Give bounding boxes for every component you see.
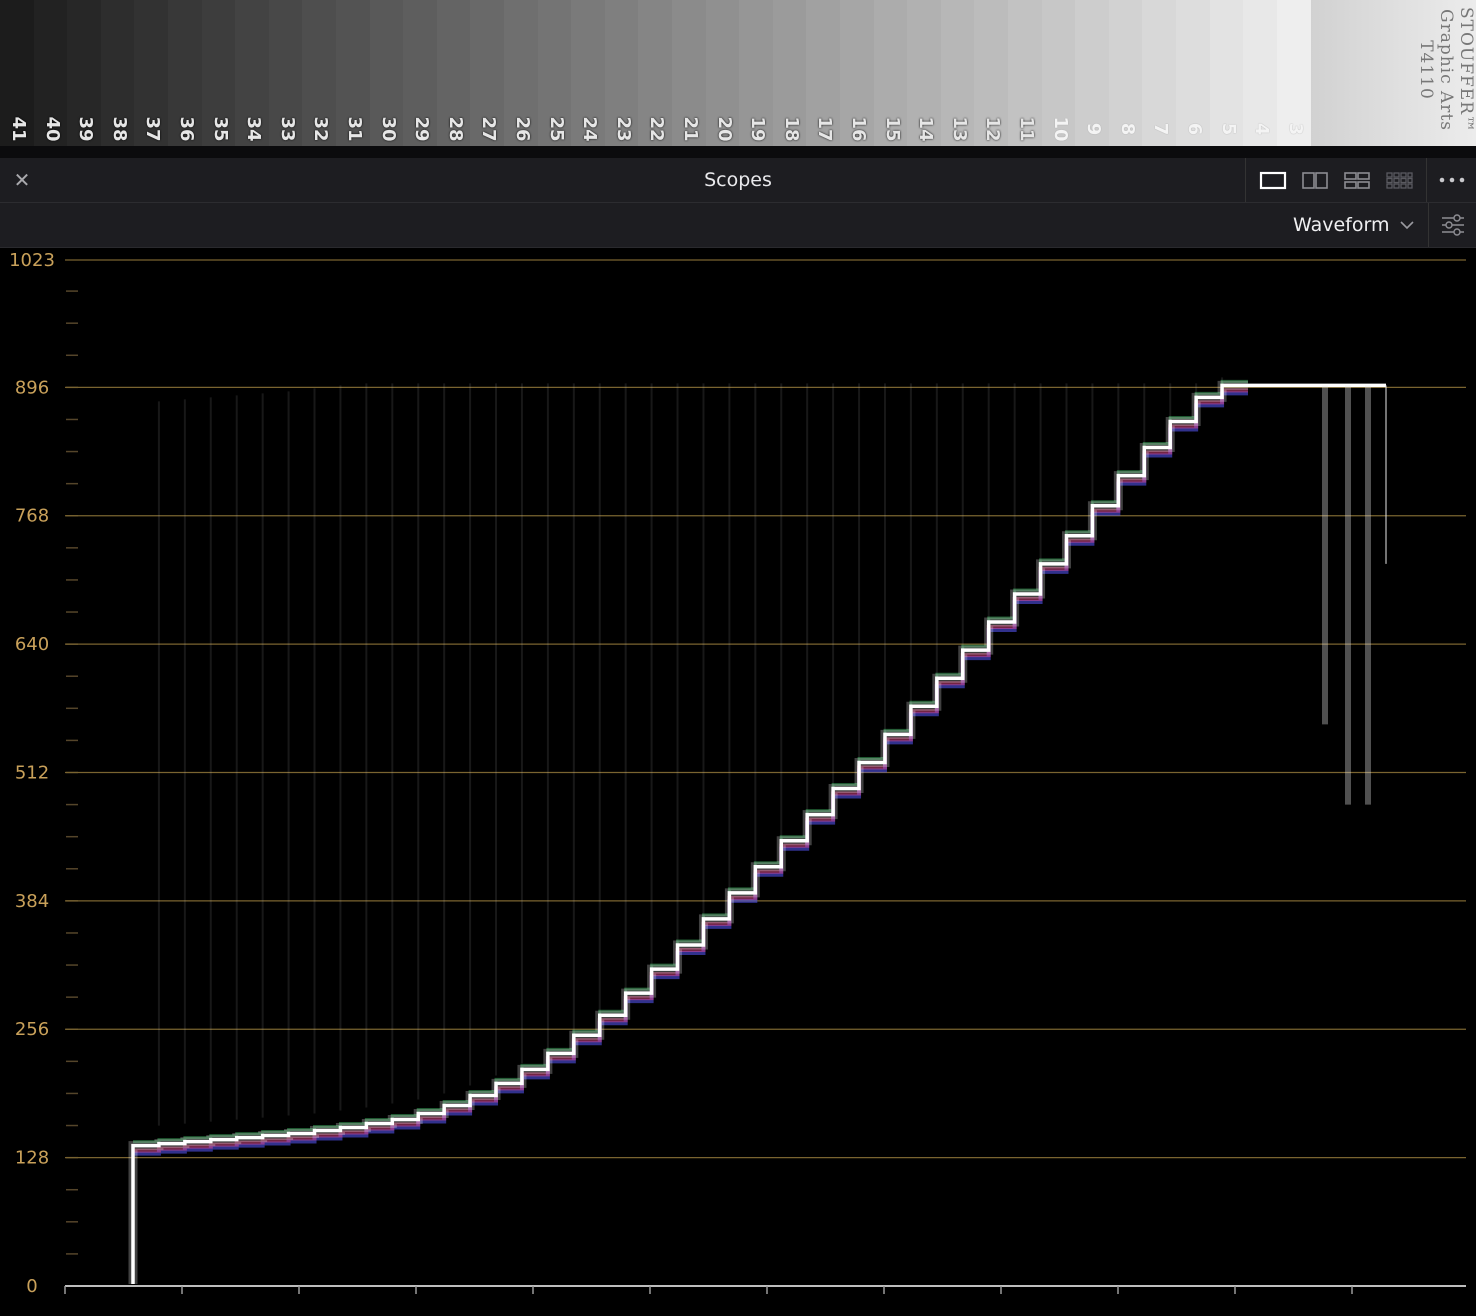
y-tick-label: 512: [15, 762, 49, 783]
step-number: 12: [982, 116, 1004, 142]
single-layout-icon: [1259, 171, 1287, 190]
step-number: 25: [546, 116, 568, 142]
step-number: 30: [378, 116, 400, 142]
step-number: 40: [42, 116, 64, 142]
step-number: 28: [445, 116, 467, 142]
step-number: 6: [1184, 122, 1206, 136]
more-options-icon: [1439, 177, 1465, 183]
quad-layout-icon: [1344, 172, 1370, 189]
step-number: 23: [613, 116, 635, 142]
grid-layout-icon: [1386, 172, 1413, 189]
step-number: 34: [243, 116, 265, 142]
step-number: 29: [411, 116, 433, 142]
step-number: 3: [1285, 122, 1307, 136]
layout-switcher: [1245, 158, 1427, 202]
y-tick-label: 896: [15, 377, 49, 398]
y-tick-label: 1023: [9, 250, 55, 271]
step-number: 22: [646, 116, 668, 142]
scope-toolbar: Waveform: [0, 203, 1476, 248]
step-number: 21: [680, 116, 702, 142]
close-icon: ✕: [13, 168, 31, 192]
trace-glow: [128, 380, 1248, 1284]
step-number: 26: [512, 116, 534, 142]
step-number: 15: [882, 116, 904, 142]
close-button[interactable]: ✕: [8, 166, 36, 194]
step-number: 31: [344, 116, 366, 142]
step-number: 24: [579, 116, 601, 142]
scope-settings-button[interactable]: [1428, 203, 1476, 247]
trace-green: [133, 379, 1248, 1144]
scope-type-dropdown[interactable]: Waveform: [1285, 203, 1425, 247]
y-tick-label: 384: [15, 891, 49, 912]
single-layout-button[interactable]: [1258, 169, 1288, 191]
step-number: 27: [478, 116, 500, 142]
chevron-down-icon: [1400, 221, 1415, 230]
step-number: 19: [747, 116, 769, 142]
step-number: 8: [1117, 122, 1139, 136]
settings-sliders-icon: [1442, 214, 1464, 236]
step-number: 9: [1083, 122, 1105, 136]
step-number: 16: [848, 116, 870, 142]
grid-layout-button[interactable]: [1384, 169, 1414, 191]
step-number: 32: [310, 116, 332, 142]
step-number: 5: [1218, 122, 1240, 136]
step-number: 41: [8, 116, 30, 142]
more-options-button[interactable]: [1428, 158, 1476, 202]
step-number: 11: [1016, 116, 1038, 142]
y-tick-label: 640: [15, 634, 49, 655]
step-number: 13: [949, 116, 971, 142]
step-wedge-image: 41 40 39 38 37 36 35 34 33 32 31 30 29 28 27 26 25 24 23 22…: [0, 0, 1476, 146]
step-number: 36: [176, 116, 198, 142]
waveform-scope: 1023 896 768 640 512 384 256 128 0: [0, 248, 1476, 1316]
step-number: 35: [210, 116, 232, 142]
quad-layout-button[interactable]: [1342, 169, 1372, 191]
y-tick-label: 0: [26, 1276, 37, 1297]
step-number: 39: [75, 116, 97, 142]
step-number: 10: [1050, 116, 1072, 142]
step-number: 4: [1251, 122, 1273, 136]
stouffer-logo: STOUFFER™ Graphic Arts T4110: [1394, 0, 1474, 146]
brand-line-1: STOUFFER™: [1456, 6, 1474, 134]
scopes-titlebar: ✕ Scopes: [0, 158, 1476, 203]
trace-red: [133, 388, 1248, 1153]
step-number: 37: [142, 116, 164, 142]
waveform-plot: 1023 896 768 640 512 384 256 128 0: [9, 250, 1466, 1297]
step-number: 20: [714, 116, 736, 142]
y-tick-label: 128: [15, 1148, 49, 1169]
waveform-trace: [131, 383, 1248, 1284]
step-number: 33: [277, 116, 299, 142]
dual-layout-icon: [1302, 172, 1328, 189]
step-number: 38: [109, 116, 131, 142]
step-number: 17: [814, 116, 836, 142]
step-number: 14: [915, 116, 937, 142]
scope-type-label: Waveform: [1293, 214, 1390, 236]
divider: [0, 146, 1476, 158]
y-tick-label: 768: [15, 506, 49, 527]
step-number: 7: [1150, 122, 1172, 136]
step-number: 18: [781, 116, 803, 142]
y-tick-label: 256: [15, 1019, 49, 1040]
dual-layout-button[interactable]: [1300, 169, 1330, 191]
trace-blue: [133, 391, 1248, 1156]
brand-line-2: Graphic Arts: [1436, 9, 1456, 131]
brand-line-3: T4110: [1416, 40, 1436, 100]
